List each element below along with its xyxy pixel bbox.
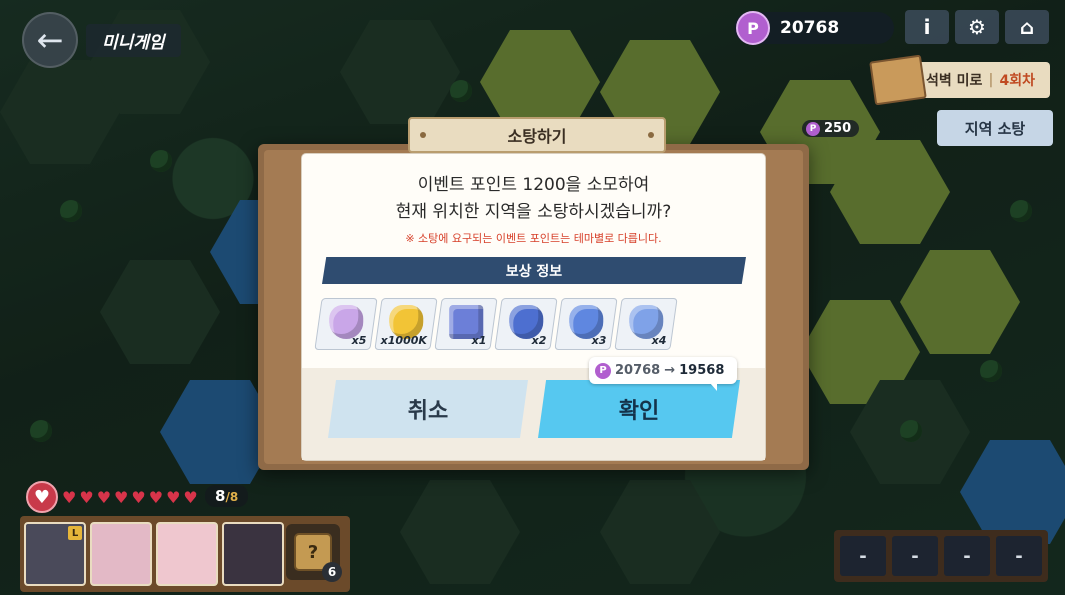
party-member-portrait[interactable]	[156, 522, 218, 586]
dialog-message-line2: 현재 위치한 지역을 소탕하시겠습니까?	[395, 202, 672, 222]
heart-icon: ♥	[183, 487, 198, 507]
reward-qty: x1000K	[380, 334, 427, 347]
dialog-title-text: 소탕하기	[507, 127, 567, 146]
cost-from: 20768	[615, 363, 661, 378]
dialog-message-line1: 이벤트 포인트 1200을 소모하여	[417, 175, 650, 195]
dice-count: 6	[322, 562, 342, 582]
heart-icon: ♥	[114, 487, 129, 507]
points-icon: P	[806, 121, 820, 136]
hp-count: 8/8	[205, 485, 249, 507]
map-cost-value: 250	[824, 121, 852, 136]
cost-preview-bubble: P 20768 → 19568	[589, 357, 737, 391]
arrow-right-icon: →	[664, 363, 676, 378]
map-cost-tag: P 250	[802, 120, 860, 137]
dialog-title: 소탕하기	[408, 117, 666, 153]
party-member-portrait[interactable]: L	[24, 522, 86, 586]
home-icon: ⌂	[1019, 15, 1035, 39]
item-slot[interactable]: -	[996, 536, 1042, 576]
info-button[interactable]: i	[905, 10, 949, 44]
stage-separator: |	[988, 72, 994, 88]
dialog-message: 이벤트 포인트 1200을 소모하여 현재 위치한 지역을 소탕하시겠습니까?	[302, 172, 765, 226]
cost-to: 19568	[679, 363, 725, 378]
reward-item[interactable]: x2	[494, 298, 558, 350]
reward-item[interactable]: x5	[314, 298, 378, 350]
hp-current: 8	[215, 487, 226, 505]
heart-icon: ♥	[26, 481, 58, 513]
item-slot[interactable]: -	[892, 536, 938, 576]
nail-icon	[420, 132, 426, 138]
stage-info: 석벽 미로 | 4회차	[869, 54, 1050, 106]
heart-icon: ♥	[148, 487, 164, 507]
points-value: 20768	[780, 18, 840, 38]
heart-icon: ♥	[62, 487, 77, 507]
nail-icon	[648, 132, 654, 138]
points-display: P 20768	[734, 11, 894, 45]
heart-row: ♥ ♥ ♥ ♥ ♥ ♥ ♥ ♥	[62, 488, 198, 507]
stage-name: 석벽 미로	[926, 73, 983, 89]
reward-qty: x3	[591, 334, 607, 347]
reward-item[interactable]: x1000K	[374, 298, 438, 350]
points-icon: P	[736, 11, 770, 45]
reward-qty: x4	[651, 334, 667, 347]
points-icon: P	[595, 362, 611, 379]
reward-item[interactable]: x3	[554, 298, 618, 350]
page-title: 미니게임	[86, 23, 181, 57]
party-member-portrait[interactable]	[90, 522, 152, 586]
heart-icon: ♥	[166, 487, 181, 507]
dice-button[interactable]: ? 6	[286, 524, 342, 582]
reward-header: 보상 정보	[322, 257, 746, 284]
reward-qty: x5	[351, 334, 367, 347]
back-button[interactable]: ←	[22, 12, 78, 68]
item-slot[interactable]: -	[944, 536, 990, 576]
info-icon: i	[923, 15, 931, 39]
reward-list: x5 x1000K x1 x2 x3 x4	[314, 298, 678, 350]
reward-item[interactable]: x1	[434, 298, 498, 350]
region-sweep-button[interactable]: 지역 소탕	[937, 110, 1053, 146]
item-slot[interactable]: -	[840, 536, 886, 576]
heart-icon: ♥	[79, 487, 94, 507]
reward-item[interactable]: x4	[614, 298, 678, 350]
cancel-button[interactable]: 취소	[328, 380, 528, 438]
item-slots: - - - -	[834, 530, 1048, 582]
heart-icon: ♥	[131, 487, 146, 507]
settings-button[interactable]: ⚙	[955, 10, 999, 44]
hp-max: /8	[225, 490, 239, 504]
map-scroll-icon	[869, 54, 927, 106]
reward-qty: x1	[471, 334, 487, 347]
arrow-left-icon: ←	[36, 21, 64, 59]
hp-bar: ♥ ♥ ♥ ♥ ♥ ♥ ♥ ♥ ♥	[26, 481, 198, 513]
party-member-portrait[interactable]	[222, 522, 284, 586]
stage-round: 4회차	[999, 73, 1036, 89]
heart-icon: ♥	[96, 487, 112, 507]
gear-icon: ⚙	[968, 15, 986, 39]
leader-badge: L	[68, 526, 82, 540]
home-button[interactable]: ⌂	[1005, 10, 1049, 44]
dialog-note: ※ 소탕에 요구되는 이벤트 포인트는 테마별로 다릅니다.	[405, 232, 662, 245]
reward-qty: x2	[531, 334, 547, 347]
